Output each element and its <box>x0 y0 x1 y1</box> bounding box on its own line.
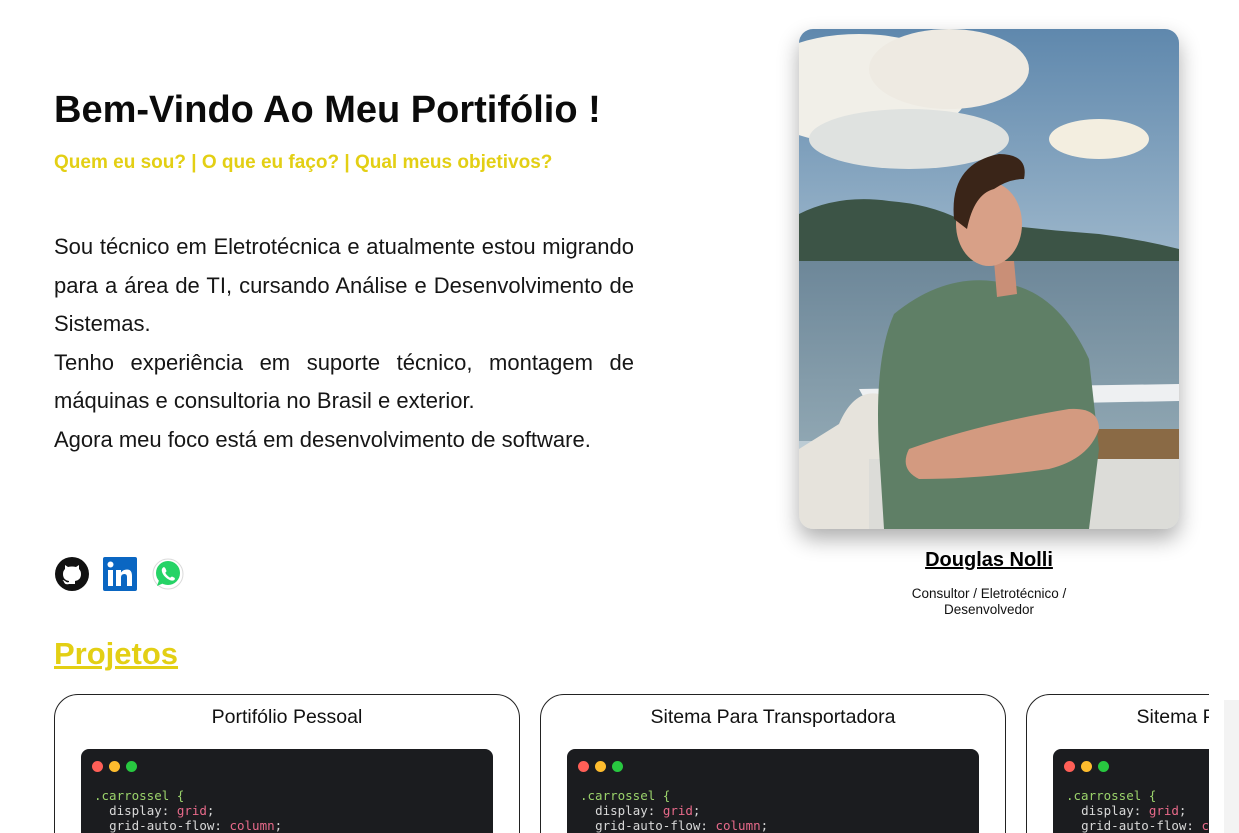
github-link[interactable] <box>54 556 90 592</box>
code-value: column <box>1201 818 1209 833</box>
code-preview-image: .carrossel { display: grid; grid-auto-fl… <box>81 749 493 833</box>
code-property: grid-auto-flow <box>595 818 701 833</box>
code-property: display <box>1081 803 1134 818</box>
code-preview-image: .carrossel { display: grid; grid-auto-fl… <box>567 749 979 833</box>
window-dot-yellow <box>109 761 120 772</box>
window-dot-yellow <box>595 761 606 772</box>
carousel-scroll-edge <box>1224 700 1239 833</box>
linkedin-link[interactable] <box>102 556 138 592</box>
project-title: Portifólio Pessoal <box>211 706 363 728</box>
code-selector: .carrossel { <box>94 788 185 803</box>
projects-heading[interactable]: Projetos <box>54 636 178 672</box>
code-selector: .carrossel { <box>580 788 671 803</box>
bio-paragraph: Sou técnico em Eletrotécnica e atualment… <box>54 234 634 336</box>
code-selector: .carrossel { <box>1066 788 1157 803</box>
window-dot-yellow <box>1081 761 1092 772</box>
code-preview-image: .carrossel { display: grid; grid-auto-fl… <box>1053 749 1209 833</box>
github-icon <box>55 557 89 591</box>
hero-section: Bem-Vindo Ao Meu Portifólio ! Quem eu so… <box>54 82 634 459</box>
profile-card: Douglas Nolli Consultor / Eletrotécnico … <box>799 29 1179 618</box>
bio-paragraph: Tenho experiência em suporte técnico, mo… <box>54 349 634 414</box>
project-title: Sitema Para Transportadora <box>1136 706 1209 728</box>
code-value: column <box>715 818 761 833</box>
code-value: grid <box>662 803 693 818</box>
code-value: column <box>229 818 275 833</box>
page-title: Bem-Vindo Ao Meu Portifólio ! <box>54 89 601 131</box>
project-card[interactable]: Portifólio Pessoal .carrossel { display:… <box>54 694 520 833</box>
code-value: grid <box>1148 803 1179 818</box>
project-title: Sitema Para Transportadora <box>650 706 896 728</box>
profile-photo <box>799 29 1179 529</box>
bio-paragraph: Agora meu foco está em desenvolvimento d… <box>54 426 591 452</box>
profile-name[interactable]: Douglas Nolli <box>799 549 1179 572</box>
code-value: grid <box>176 803 207 818</box>
code-property: grid-auto-flow <box>1081 818 1187 833</box>
profile-role: Consultor / Eletrotécnico / Desenvolvedo… <box>911 586 1067 617</box>
window-dot-red <box>92 761 103 772</box>
code-property: display <box>109 803 162 818</box>
code-property: display <box>595 803 648 818</box>
code-property: grid-auto-flow <box>109 818 215 833</box>
social-links <box>54 556 186 592</box>
window-dot-red <box>578 761 589 772</box>
hero-subtitle: Quem eu sou? | O que eu faço? | Qual meu… <box>54 152 553 173</box>
window-dot-green <box>126 761 137 772</box>
whatsapp-link[interactable] <box>150 556 186 592</box>
projects-carousel[interactable]: Portifólio Pessoal .carrossel { display:… <box>54 694 1209 833</box>
linkedin-icon <box>103 557 137 591</box>
window-dot-red <box>1064 761 1075 772</box>
project-card[interactable]: Sitema Para Transportadora .carrossel { … <box>540 694 1006 833</box>
project-card[interactable]: Sitema Para Transportadora .carrossel { … <box>1026 694 1209 833</box>
window-dot-green <box>1098 761 1109 772</box>
bio-text: Sou técnico em Eletrotécnica e atualment… <box>54 228 634 459</box>
window-dot-green <box>612 761 623 772</box>
whatsapp-icon <box>152 558 184 590</box>
